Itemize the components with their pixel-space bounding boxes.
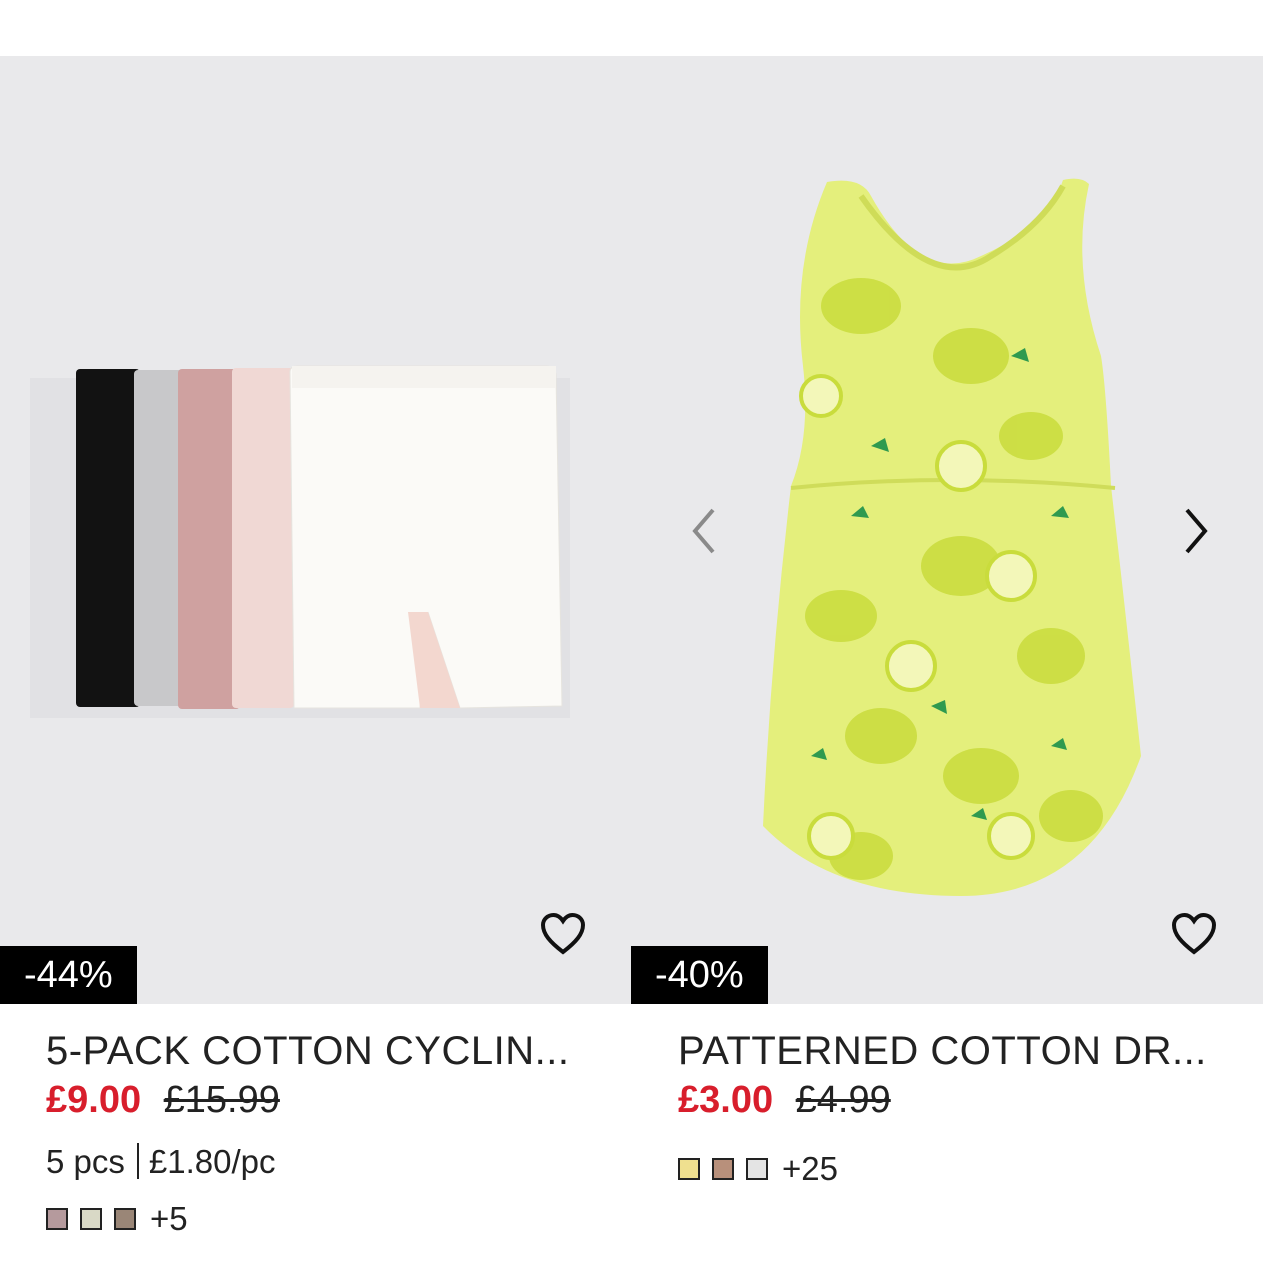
product-title[interactable]: PATTERNED COTTON DR... (678, 1028, 1238, 1074)
unit-price: £1.80/pc (148, 1143, 276, 1180)
color-swatch[interactable] (114, 1208, 136, 1230)
color-swatch[interactable] (678, 1158, 700, 1180)
color-swatches: +25 (678, 1150, 838, 1188)
sale-price: £3.00 (678, 1079, 774, 1121)
product-image[interactable]: -44% (0, 56, 632, 1004)
product-card-cycling-shorts[interactable]: -44% 5-PACK COTTON CYCLIN... £9.00 £15.9… (0, 56, 632, 1280)
unit-info: 5 pcs £1.80/pc (46, 1142, 275, 1182)
color-swatch[interactable] (46, 1208, 68, 1230)
color-swatch[interactable] (712, 1158, 734, 1180)
more-colors-count: +5 (150, 1200, 188, 1237)
color-swatch[interactable] (80, 1208, 102, 1230)
product-image[interactable]: -40% (631, 56, 1263, 1004)
more-colors-count: +25 (782, 1150, 838, 1187)
discount-badge: -40% (631, 946, 768, 1004)
top-bar (0, 0, 1263, 56)
favorite-heart-icon[interactable] (1171, 912, 1217, 956)
lemon-dress-image (763, 178, 1141, 897)
color-swatch[interactable] (746, 1158, 768, 1180)
original-price: £15.99 (163, 1079, 280, 1121)
original-price: £4.99 (795, 1079, 891, 1121)
chevron-right-icon[interactable] (1175, 506, 1215, 556)
pack-size: 5 pcs (46, 1143, 125, 1180)
separator (136, 1143, 139, 1179)
price-row: £9.00 £15.99 (46, 1078, 280, 1122)
product-title[interactable]: 5-PACK COTTON CYCLIN... (46, 1028, 606, 1074)
color-swatches: +5 (46, 1200, 188, 1238)
chevron-left-icon[interactable] (685, 506, 725, 556)
product-card-patterned-dress[interactable]: -40% PATTERNED COTTON DR... £3.00 £4.99 … (631, 56, 1263, 1280)
sale-price: £9.00 (46, 1079, 142, 1121)
cycling-shorts-image (30, 365, 570, 718)
price-row: £3.00 £4.99 (678, 1078, 891, 1122)
favorite-heart-icon[interactable] (540, 912, 586, 956)
discount-badge: -44% (0, 946, 137, 1004)
